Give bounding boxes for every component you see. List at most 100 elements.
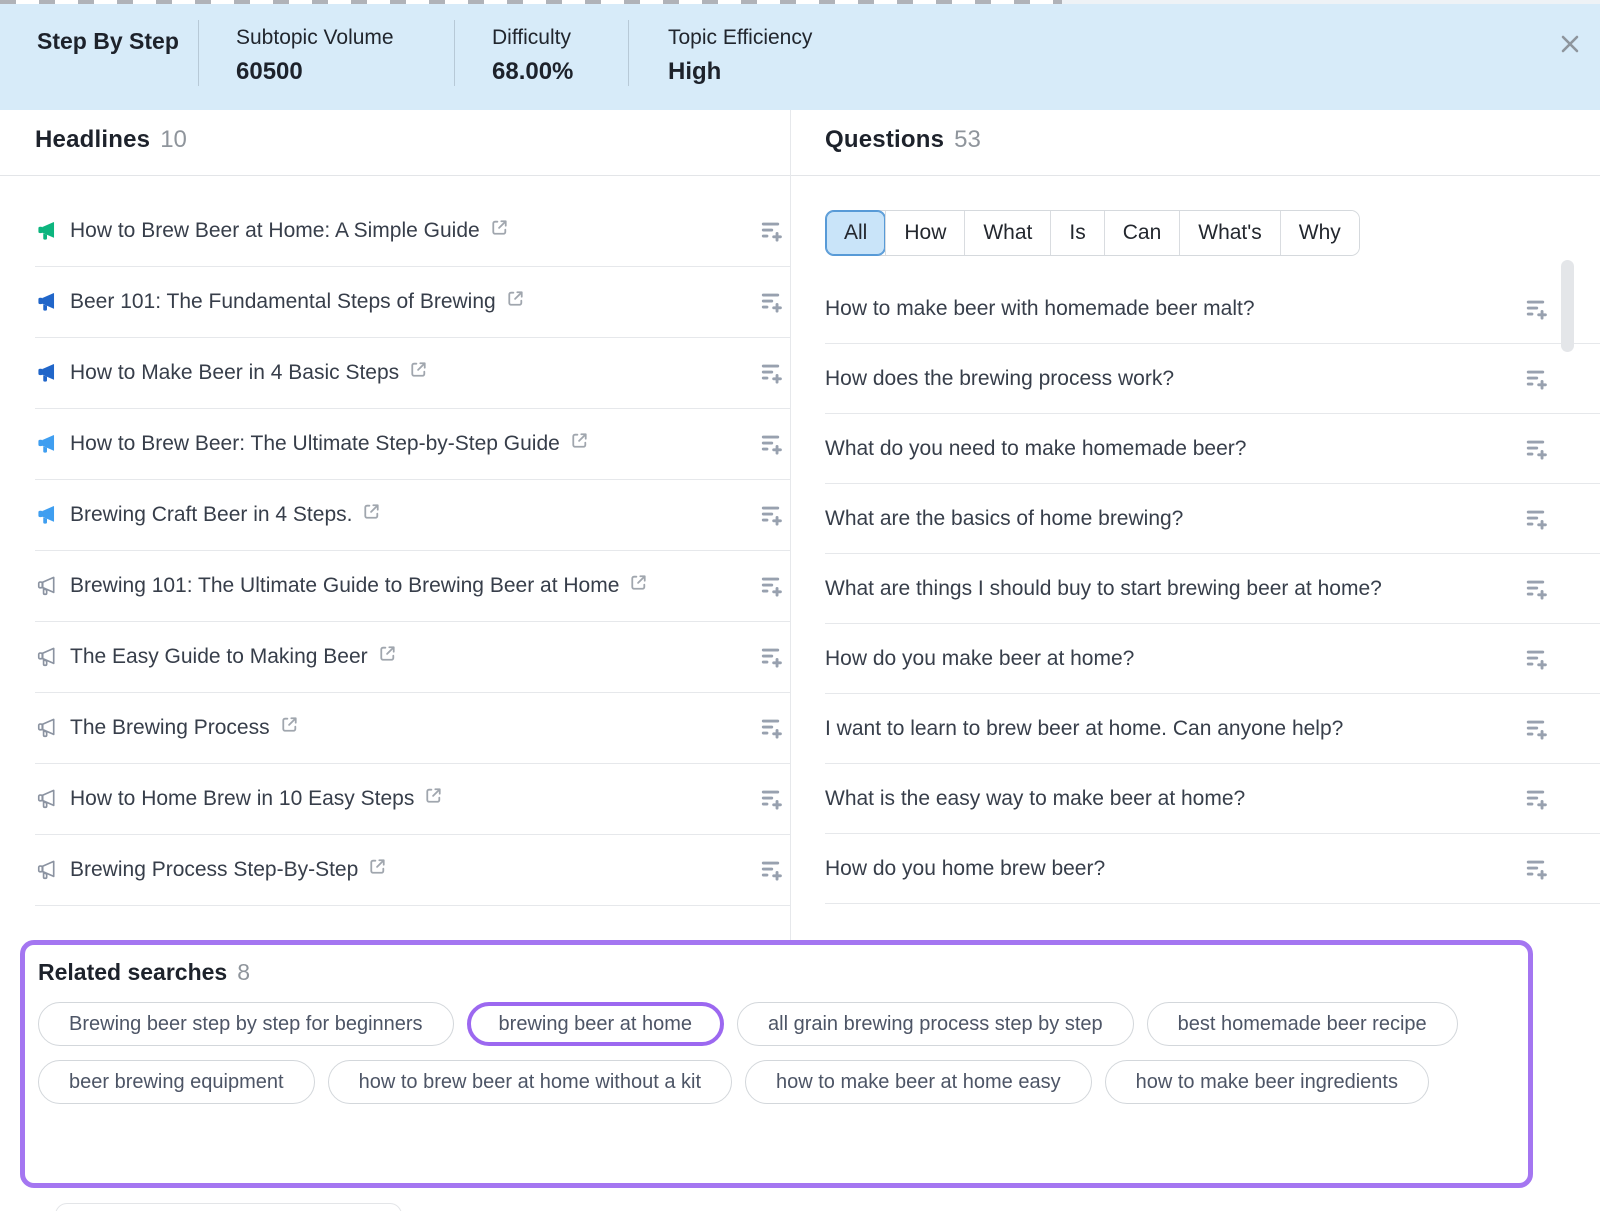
external-link-icon[interactable]: [490, 218, 509, 242]
stat-label: Difficulty: [492, 26, 628, 50]
question-row[interactable]: How does the brewing process work?: [825, 344, 1600, 414]
playlist-add-icon[interactable]: [758, 643, 786, 671]
headline-row[interactable]: Brewing Process Step-By-Step: [35, 835, 790, 906]
related-searches-title: Related searches: [38, 959, 227, 986]
playlist-add-icon[interactable]: [758, 217, 786, 245]
question-text: I want to learn to brew beer at home. Ca…: [825, 717, 1343, 741]
related-search-pill[interactable]: all grain brewing process step by step: [737, 1002, 1134, 1046]
megaphone-icon: [35, 504, 57, 526]
stat-topic-efficiency: Topic Efficiency High: [629, 4, 812, 86]
question-row[interactable]: How do you make beer at home?: [825, 624, 1600, 694]
playlist-add-icon[interactable]: [1523, 715, 1551, 743]
headline-row[interactable]: The Brewing Process: [35, 693, 790, 764]
question-row[interactable]: I want to learn to brew beer at home. Ca…: [825, 694, 1600, 764]
megaphone-icon: [35, 859, 57, 881]
filter-tab-whats[interactable]: What's: [1179, 211, 1280, 255]
related-search-pill[interactable]: how to make beer ingredients: [1105, 1060, 1429, 1104]
external-link-icon[interactable]: [368, 857, 387, 881]
headline-row[interactable]: Brewing Craft Beer in 4 Steps.: [35, 480, 790, 551]
topic-summary-header: Step By Step Subtopic Volume 60500 Diffi…: [0, 4, 1600, 110]
question-row[interactable]: What are things I should buy to start br…: [825, 554, 1600, 624]
playlist-add-icon[interactable]: [758, 288, 786, 316]
related-search-pill[interactable]: beer brewing equipment: [38, 1060, 315, 1104]
external-link-icon[interactable]: [280, 715, 299, 739]
related-searches-header: Related searches 8: [38, 959, 1528, 986]
megaphone-icon: [35, 788, 57, 810]
headline-text: The Easy Guide to Making Beer: [70, 645, 368, 669]
stat-difficulty: Difficulty 68.00%: [455, 4, 628, 86]
stat-value: 60500: [236, 58, 454, 86]
related-search-pill[interactable]: Brewing beer step by step for beginners: [38, 1002, 454, 1046]
headline-row[interactable]: How to Make Beer in 4 Basic Steps: [35, 338, 790, 409]
questions-list: How to make beer with homemade beer malt…: [825, 274, 1600, 904]
playlist-add-icon[interactable]: [758, 714, 786, 742]
question-row[interactable]: How to make beer with homemade beer malt…: [825, 274, 1600, 344]
playlist-add-icon[interactable]: [758, 501, 786, 529]
playlist-add-icon[interactable]: [758, 572, 786, 600]
playlist-add-icon[interactable]: [1523, 645, 1551, 673]
headline-text: How to Brew Beer at Home: A Simple Guide: [70, 219, 480, 243]
question-row[interactable]: How do you home brew beer?: [825, 834, 1600, 904]
filter-tab-why[interactable]: Why: [1280, 211, 1359, 255]
filter-tab-all[interactable]: All: [826, 211, 885, 255]
external-link-icon[interactable]: [378, 644, 397, 668]
questions-title: Questions: [825, 126, 944, 154]
question-text: What is the easy way to make beer at hom…: [825, 787, 1245, 811]
headline-text: How to Brew Beer: The Ultimate Step-by-S…: [70, 432, 560, 456]
related-search-pill[interactable]: how to brew beer at home without a kit: [328, 1060, 732, 1104]
playlist-add-icon[interactable]: [1523, 295, 1551, 323]
question-filter-tabs: AllHowWhatIsCanWhat'sWhy: [825, 210, 1360, 256]
headline-text: Brewing Process Step-By-Step: [70, 858, 358, 882]
playlist-add-icon[interactable]: [758, 359, 786, 387]
close-icon[interactable]: [1556, 30, 1584, 58]
question-text: What do you need to make homemade beer?: [825, 437, 1246, 461]
playlist-add-icon[interactable]: [1523, 855, 1551, 883]
headlines-panel: Headlines 10 How to Brew Beer at Home: A…: [0, 110, 790, 940]
question-text: How to make beer with homemade beer malt…: [825, 297, 1255, 321]
headline-row[interactable]: Brewing 101: The Ultimate Guide to Brewi…: [35, 551, 790, 622]
headline-row[interactable]: How to Brew Beer at Home: A Simple Guide: [35, 196, 790, 267]
megaphone-icon: [35, 433, 57, 455]
topic-title: Step By Step: [0, 4, 198, 55]
stat-value: High: [668, 58, 812, 86]
filter-tab-how[interactable]: How: [885, 211, 964, 255]
questions-header: Questions 53: [791, 110, 1600, 176]
playlist-add-icon[interactable]: [1523, 435, 1551, 463]
question-row[interactable]: What do you need to make homemade beer?: [825, 414, 1600, 484]
external-link-icon[interactable]: [362, 502, 381, 526]
playlist-add-icon[interactable]: [1523, 575, 1551, 603]
stat-value: 68.00%: [492, 58, 628, 86]
stat-label: Subtopic Volume: [236, 26, 454, 50]
megaphone-icon: [35, 646, 57, 668]
playlist-add-icon[interactable]: [758, 430, 786, 458]
headline-row[interactable]: How to Home Brew in 10 Easy Steps: [35, 764, 790, 835]
external-link-icon[interactable]: [409, 360, 428, 384]
external-link-icon[interactable]: [424, 786, 443, 810]
headline-row[interactable]: Beer 101: The Fundamental Steps of Brewi…: [35, 267, 790, 338]
headline-row[interactable]: How to Brew Beer: The Ultimate Step-by-S…: [35, 409, 790, 480]
related-search-pill[interactable]: how to make beer at home easy: [745, 1060, 1092, 1104]
filter-tab-is[interactable]: Is: [1050, 211, 1103, 255]
stat-subtopic-volume: Subtopic Volume 60500: [199, 4, 454, 86]
related-search-pill[interactable]: best homemade beer recipe: [1147, 1002, 1458, 1046]
related-search-pill-highlighted[interactable]: brewing beer at home: [467, 1002, 724, 1046]
question-text: How do you home brew beer?: [825, 857, 1105, 881]
scrollbar-thumb[interactable]: [1561, 260, 1574, 352]
question-text: How do you make beer at home?: [825, 647, 1134, 671]
question-row[interactable]: What is the easy way to make beer at hom…: [825, 764, 1600, 834]
playlist-add-icon[interactable]: [758, 856, 786, 884]
external-link-icon[interactable]: [506, 289, 525, 313]
external-link-icon[interactable]: [629, 573, 648, 597]
external-link-icon[interactable]: [570, 431, 589, 455]
filter-tab-can[interactable]: Can: [1104, 211, 1180, 255]
playlist-add-icon[interactable]: [1523, 785, 1551, 813]
headlines-header: Headlines 10: [0, 110, 790, 176]
headline-row[interactable]: The Easy Guide to Making Beer: [35, 622, 790, 693]
filter-tab-what[interactable]: What: [964, 211, 1050, 255]
headline-text: Beer 101: The Fundamental Steps of Brewi…: [70, 290, 496, 314]
related-searches-section: Related searches 8 Brewing beer step by …: [20, 940, 1533, 1188]
playlist-add-icon[interactable]: [1523, 365, 1551, 393]
playlist-add-icon[interactable]: [1523, 505, 1551, 533]
playlist-add-icon[interactable]: [758, 785, 786, 813]
question-row[interactable]: What are the basics of home brewing?: [825, 484, 1600, 554]
